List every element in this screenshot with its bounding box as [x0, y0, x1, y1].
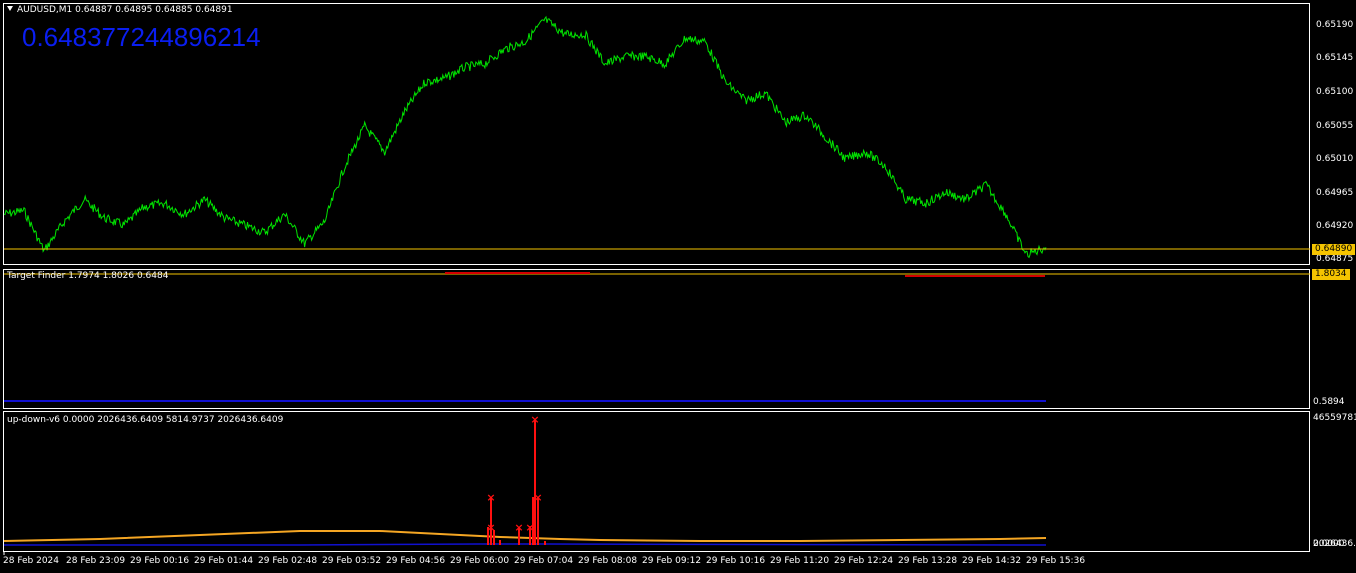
symbol-ohlc-text: AUDUSD,M1 0.64887 0.64895 0.64885 0.6489… — [17, 5, 233, 15]
price-axis-label: 0.65100 — [1316, 87, 1354, 97]
time-axis-label: 29 Feb 14:32 — [962, 556, 1022, 566]
time-axis-label: 29 Feb 15:36 — [1026, 556, 1086, 566]
price-axis-label: 0.65055 — [1316, 121, 1354, 131]
time-axis-label: 29 Feb 00:16 — [130, 556, 190, 566]
price-axis-label: 0.65010 — [1316, 154, 1354, 164]
svg-text:×: × — [514, 521, 523, 534]
time-axis-label: 29 Feb 04:56 — [386, 556, 446, 566]
svg-text:×: × — [533, 491, 542, 504]
updown-pane-border — [3, 411, 1310, 552]
time-axis-label: 28 Feb 23:09 — [66, 556, 126, 566]
time-axis-label: 29 Feb 13:28 — [898, 556, 958, 566]
svg-text:×: × — [486, 491, 495, 504]
updown-header: up-down-v6 0.0000 2026436.6409 5814.9737… — [7, 415, 284, 425]
updown-blue-line — [4, 543, 1047, 546]
price-axis-label: 0.64965 — [1316, 188, 1354, 198]
time-axis-label: 29 Feb 07:04 — [514, 556, 574, 566]
pane-borders — [3, 3, 1310, 552]
time-axis-label: 29 Feb 02:48 — [258, 556, 318, 566]
target-finder-axis-label: 0.5894 — [1313, 397, 1345, 407]
price-axis-label: 0.65145 — [1316, 53, 1354, 63]
updown-top-label: 46559781 — [1313, 413, 1356, 423]
target-finder-pane-border — [3, 269, 1310, 409]
price-series — [3, 15, 1047, 259]
chart-canvas: × × × × × × — [3, 3, 1310, 555]
target-finder-tag: 1.8034 — [1312, 269, 1350, 280]
time-axis-label: 29 Feb 06:00 — [450, 556, 510, 566]
time-axis-label: 29 Feb 09:12 — [642, 556, 702, 566]
price-axis-label: 0.64920 — [1316, 221, 1354, 231]
svg-text:×: × — [525, 521, 534, 534]
dropdown-triangle-icon[interactable] — [7, 6, 13, 11]
time-axis-label: 29 Feb 08:08 — [578, 556, 638, 566]
big-value-readout: 0.648377244896214 — [22, 22, 261, 52]
svg-text:×: × — [530, 413, 539, 426]
svg-text:×: × — [486, 521, 495, 534]
price-series-line — [3, 15, 1047, 259]
price-axis-label: 0.64875 — [1316, 254, 1354, 264]
time-axis-label: 29 Feb 12:24 — [834, 556, 894, 566]
time-axis-label: 29 Feb 01:44 — [194, 556, 254, 566]
price-axis-label: 0.65190 — [1316, 20, 1354, 30]
time-axis-label: 29 Feb 10:16 — [706, 556, 766, 566]
time-axis-label: 28 Feb 2024 — [3, 556, 60, 566]
updown-bottom-label-overlap: 0.0000 — [1313, 539, 1345, 549]
target-finder-header: Target Finder 1.7974 1.8026 0.6484 — [7, 271, 169, 281]
current-price-tag: 0.64890 — [1312, 244, 1356, 255]
time-axis-label: 29 Feb 11:20 — [770, 556, 830, 566]
time-axis-label: 29 Feb 03:52 — [322, 556, 382, 566]
main-pane-header: AUDUSD,M1 0.64887 0.64895 0.64885 0.6489… — [7, 4, 233, 16]
